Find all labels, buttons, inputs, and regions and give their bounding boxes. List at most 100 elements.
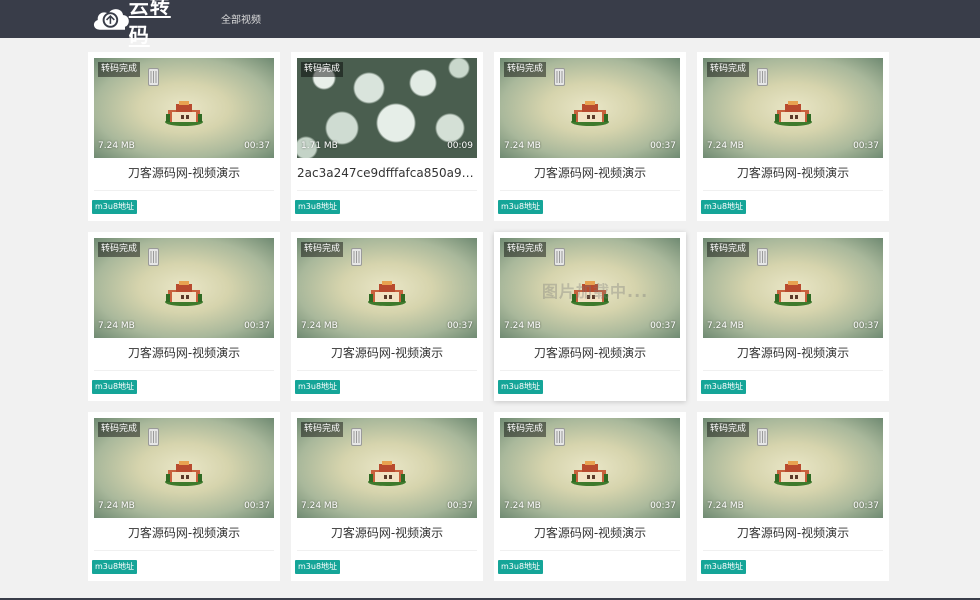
card-divider bbox=[297, 550, 477, 551]
status-badge: 转码完成 bbox=[301, 62, 344, 77]
building-icon bbox=[571, 461, 609, 486]
video-title[interactable]: 刀客源码网-视频演示 bbox=[297, 524, 477, 542]
building-icon bbox=[774, 461, 812, 486]
card-divider bbox=[500, 190, 680, 191]
file-size: 7.24 MB bbox=[504, 501, 541, 511]
status-badge: 转码完成 bbox=[707, 62, 750, 77]
m3u8-link-button[interactable]: m3u8地址 bbox=[701, 380, 747, 394]
m3u8-link-button[interactable]: m3u8地址 bbox=[701, 200, 747, 214]
video-card[interactable]: 转码完成 7.24 MB 00:37 刀客源码网-视频演示 m3u8地址 bbox=[697, 412, 889, 581]
card-divider bbox=[94, 370, 274, 371]
building-icon bbox=[368, 461, 406, 486]
document-icon bbox=[757, 68, 768, 86]
status-badge: 转码完成 bbox=[504, 242, 547, 257]
document-icon bbox=[554, 68, 565, 86]
video-duration: 00:37 bbox=[447, 501, 473, 511]
video-title[interactable]: 刀客源码网-视频演示 bbox=[500, 344, 680, 362]
video-thumbnail[interactable]: 转码完成 7.24 MB 00:37 bbox=[94, 238, 274, 338]
video-duration: 00:09 bbox=[447, 141, 473, 151]
status-badge: 转码完成 bbox=[707, 242, 750, 257]
m3u8-link-button[interactable]: m3u8地址 bbox=[92, 200, 138, 214]
video-grid: 转码完成 7.24 MB 00:37 刀客源码网-视频演示 m3u8地址 转码完… bbox=[88, 52, 891, 581]
m3u8-link-button[interactable]: m3u8地址 bbox=[92, 380, 138, 394]
video-card[interactable]: 转码完成 7.24 MB 00:37 刀客源码网-视频演示 m3u8地址 bbox=[291, 232, 483, 401]
file-size: 7.24 MB bbox=[98, 321, 135, 331]
video-title[interactable]: 刀客源码网-视频演示 bbox=[703, 524, 883, 542]
video-thumbnail[interactable]: 转码完成 7.24 MB 00:37 bbox=[703, 238, 883, 338]
video-duration: 00:37 bbox=[853, 321, 879, 331]
video-thumbnail[interactable]: 转码完成 7.24 MB 00:37 bbox=[94, 58, 274, 158]
file-size: 7.24 MB bbox=[301, 321, 338, 331]
video-title[interactable]: 刀客源码网-视频演示 bbox=[703, 164, 883, 182]
video-thumbnail[interactable]: 转码完成 7.24 MB 00:37 bbox=[500, 418, 680, 518]
video-thumbnail[interactable]: 转码完成 7.24 MB 00:37 bbox=[703, 58, 883, 158]
document-icon bbox=[148, 68, 159, 86]
video-card[interactable]: 转码完成 7.24 MB 00:37 刀客源码网-视频演示 m3u8地址 bbox=[494, 412, 686, 581]
video-title[interactable]: 刀客源码网-视频演示 bbox=[297, 344, 477, 362]
video-card[interactable]: 转码完成 7.24 MB 00:37 刀客源码网-视频演示 m3u8地址 bbox=[494, 52, 686, 221]
m3u8-link-button[interactable]: m3u8地址 bbox=[498, 380, 544, 394]
video-card[interactable]: 转码完成 1.71 MB 00:09 2ac3a247ce9dfffafca85… bbox=[291, 52, 483, 221]
building-icon bbox=[571, 101, 609, 126]
m3u8-link-button[interactable]: m3u8地址 bbox=[92, 560, 138, 574]
cloud-logo-icon bbox=[93, 9, 129, 30]
building-icon bbox=[368, 281, 406, 306]
building-icon bbox=[774, 101, 812, 126]
video-card[interactable]: 转码完成 7.24 MB 00:37 图片加载中... 刀客源码网-视频演示 m… bbox=[494, 232, 686, 401]
image-loading-text: 图片加载中... bbox=[542, 282, 649, 301]
file-size: 7.24 MB bbox=[707, 501, 744, 511]
file-size: 7.24 MB bbox=[707, 141, 744, 151]
status-badge: 转码完成 bbox=[98, 422, 141, 437]
document-icon bbox=[757, 248, 768, 266]
video-duration: 00:37 bbox=[853, 141, 879, 151]
status-badge: 转码完成 bbox=[98, 242, 141, 257]
brand-logo[interactable]: 云转码 bbox=[90, 0, 190, 47]
video-title[interactable]: 刀客源码网-视频演示 bbox=[94, 344, 274, 362]
video-thumbnail[interactable]: 转码完成 7.24 MB 00:37 bbox=[94, 418, 274, 518]
m3u8-link-button[interactable]: m3u8地址 bbox=[295, 200, 341, 214]
card-divider bbox=[703, 550, 883, 551]
card-divider bbox=[500, 550, 680, 551]
video-thumbnail[interactable]: 转码完成 7.24 MB 00:37 bbox=[500, 58, 680, 158]
video-title[interactable]: 2ac3a247ce9dfffafca850a9aa... bbox=[297, 164, 477, 182]
document-icon bbox=[148, 248, 159, 266]
file-size: 7.24 MB bbox=[98, 141, 135, 151]
video-thumbnail[interactable]: 转码完成 7.24 MB 00:37 bbox=[297, 238, 477, 338]
status-badge: 转码完成 bbox=[301, 242, 344, 257]
status-badge: 转码完成 bbox=[301, 422, 344, 437]
video-title[interactable]: 刀客源码网-视频演示 bbox=[94, 164, 274, 182]
video-title[interactable]: 刀客源码网-视频演示 bbox=[500, 524, 680, 542]
m3u8-link-button[interactable]: m3u8地址 bbox=[498, 560, 544, 574]
video-card[interactable]: 转码完成 7.24 MB 00:37 刀客源码网-视频演示 m3u8地址 bbox=[88, 412, 280, 581]
video-card[interactable]: 转码完成 7.24 MB 00:37 刀客源码网-视频演示 m3u8地址 bbox=[697, 52, 889, 221]
card-divider bbox=[703, 190, 883, 191]
document-icon bbox=[351, 428, 362, 446]
m3u8-link-button[interactable]: m3u8地址 bbox=[701, 560, 747, 574]
nav-all-videos[interactable]: 全部视频 bbox=[221, 11, 261, 26]
file-size: 7.24 MB bbox=[707, 321, 744, 331]
card-divider bbox=[500, 370, 680, 371]
video-thumbnail[interactable]: 转码完成 1.71 MB 00:09 bbox=[297, 58, 477, 158]
file-size: 1.71 MB bbox=[301, 141, 338, 151]
card-divider bbox=[703, 370, 883, 371]
video-title[interactable]: 刀客源码网-视频演示 bbox=[703, 344, 883, 362]
m3u8-link-button[interactable]: m3u8地址 bbox=[295, 380, 341, 394]
video-thumbnail[interactable]: 转码完成 7.24 MB 00:37 图片加载中... bbox=[500, 238, 680, 338]
video-duration: 00:37 bbox=[650, 141, 676, 151]
video-duration: 00:37 bbox=[650, 501, 676, 511]
building-icon bbox=[165, 461, 203, 486]
video-title[interactable]: 刀客源码网-视频演示 bbox=[500, 164, 680, 182]
video-card[interactable]: 转码完成 7.24 MB 00:37 刀客源码网-视频演示 m3u8地址 bbox=[291, 412, 483, 581]
m3u8-link-button[interactable]: m3u8地址 bbox=[498, 200, 544, 214]
video-thumbnail[interactable]: 转码完成 7.24 MB 00:37 bbox=[703, 418, 883, 518]
video-card[interactable]: 转码完成 7.24 MB 00:37 刀客源码网-视频演示 m3u8地址 bbox=[88, 232, 280, 401]
video-card[interactable]: 转码完成 7.24 MB 00:37 刀客源码网-视频演示 m3u8地址 bbox=[697, 232, 889, 401]
video-duration: 00:37 bbox=[447, 321, 473, 331]
document-icon bbox=[554, 428, 565, 446]
m3u8-link-button[interactable]: m3u8地址 bbox=[295, 560, 341, 574]
video-title[interactable]: 刀客源码网-视频演示 bbox=[94, 524, 274, 542]
video-duration: 00:37 bbox=[244, 321, 270, 331]
video-duration: 00:37 bbox=[244, 141, 270, 151]
video-thumbnail[interactable]: 转码完成 7.24 MB 00:37 bbox=[297, 418, 477, 518]
video-card[interactable]: 转码完成 7.24 MB 00:37 刀客源码网-视频演示 m3u8地址 bbox=[88, 52, 280, 221]
